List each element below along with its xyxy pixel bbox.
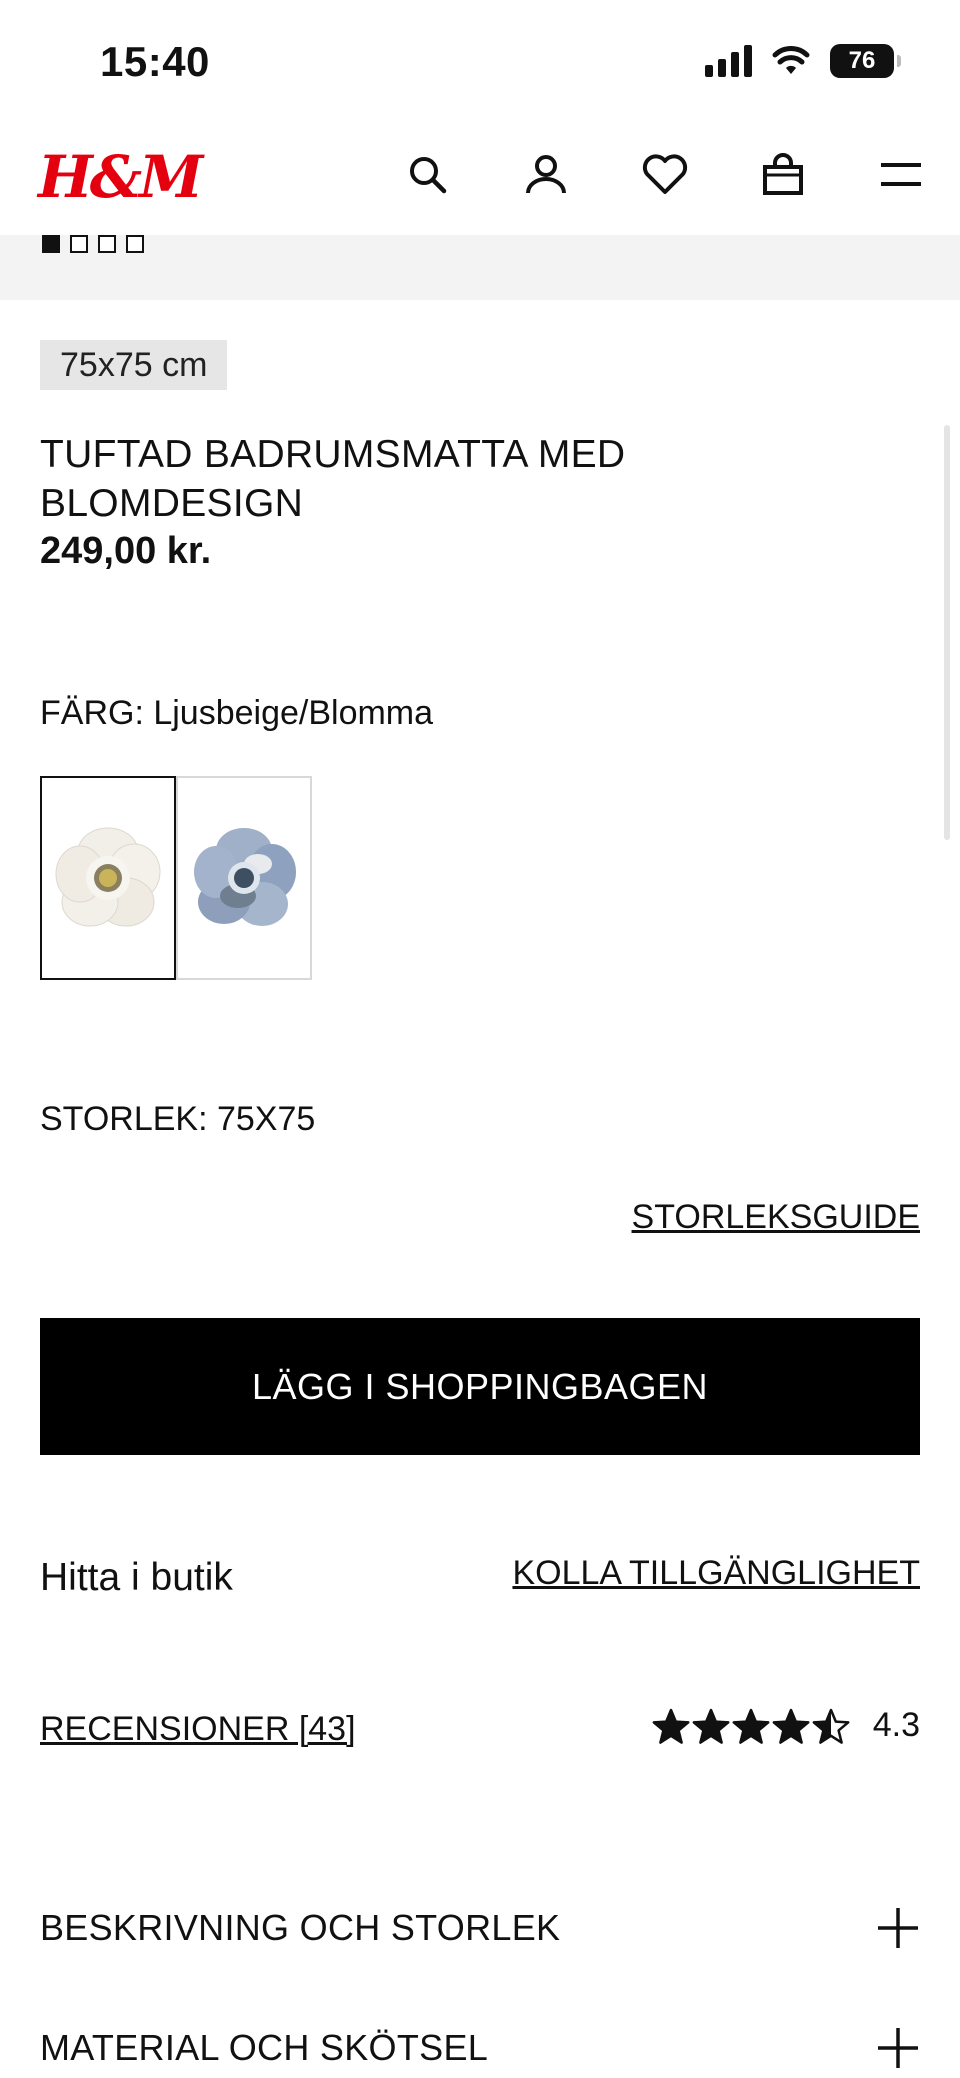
plus-icon [878,1908,918,1948]
check-availability-link[interactable]: KOLLA TILLGÄNGLIGHET [512,1554,920,1593]
scrollbar[interactable] [944,425,950,840]
bag-icon[interactable] [755,147,811,203]
account-icon[interactable] [518,147,574,203]
image-gallery[interactable] [0,235,960,300]
signal-icon [705,45,752,77]
status-bar: 15:40 76 [0,0,960,125]
star-icon [772,1708,810,1744]
plus-icon [878,2028,918,2068]
color-label: FÄRG: Ljusbeige/Blomma [40,694,434,732]
battery-icon: 76 [830,44,901,78]
gallery-dot[interactable] [42,235,60,253]
reviews-link[interactable]: RECENSIONER [43] [40,1710,356,1749]
size-tag: 75x75 cm [40,340,228,390]
search-icon[interactable] [400,147,456,203]
menu-icon[interactable] [873,147,929,203]
star-icon [812,1708,850,1744]
gallery-dot[interactable] [126,235,144,253]
size-guide-link[interactable]: STORLEKSGUIDE [632,1198,920,1237]
gallery-pagination [42,235,144,253]
status-time: 15:40 [100,38,210,85]
accordion-title: BESKRIVNING OCH STORLEK [40,1907,561,1948]
wifi-icon [772,46,810,74]
rating-stars [652,1708,850,1746]
rating-value: 4.3 [872,1706,920,1744]
gallery-dot[interactable] [98,235,116,253]
hm-logo[interactable]: H&M [38,143,203,211]
accordion-material[interactable]: MATERIAL OCH SKÖTSEL [40,2013,920,2078]
find-in-store-label: Hitta i butik [40,1556,233,1599]
accordion-description[interactable]: BESKRIVNING OCH STORLEK [40,1893,920,1963]
product-price: 249,00 kr. [40,530,212,572]
color-swatch-beige[interactable] [40,776,176,980]
site-header: H&M [0,125,960,235]
star-icon [732,1708,770,1744]
star-icon [692,1708,730,1744]
color-swatch-blue[interactable] [176,776,312,980]
status-icons: 76 [705,44,901,78]
flower-image-beige [55,827,161,927]
star-icon [652,1708,690,1744]
add-to-bag-button[interactable]: LÄGG I SHOPPINGBAGEN [40,1318,920,1455]
size-label: STORLEK: 75X75 [40,1100,316,1138]
gallery-dot[interactable] [70,235,88,253]
heart-icon[interactable] [637,147,693,203]
product-title: TUFTAD BADRUMSMATTA MED BLOMDESIGN [40,433,626,525]
battery-level: 76 [848,47,876,74]
accordion-title: MATERIAL OCH SKÖTSEL [40,2027,489,2068]
flower-image-blue [194,828,296,926]
